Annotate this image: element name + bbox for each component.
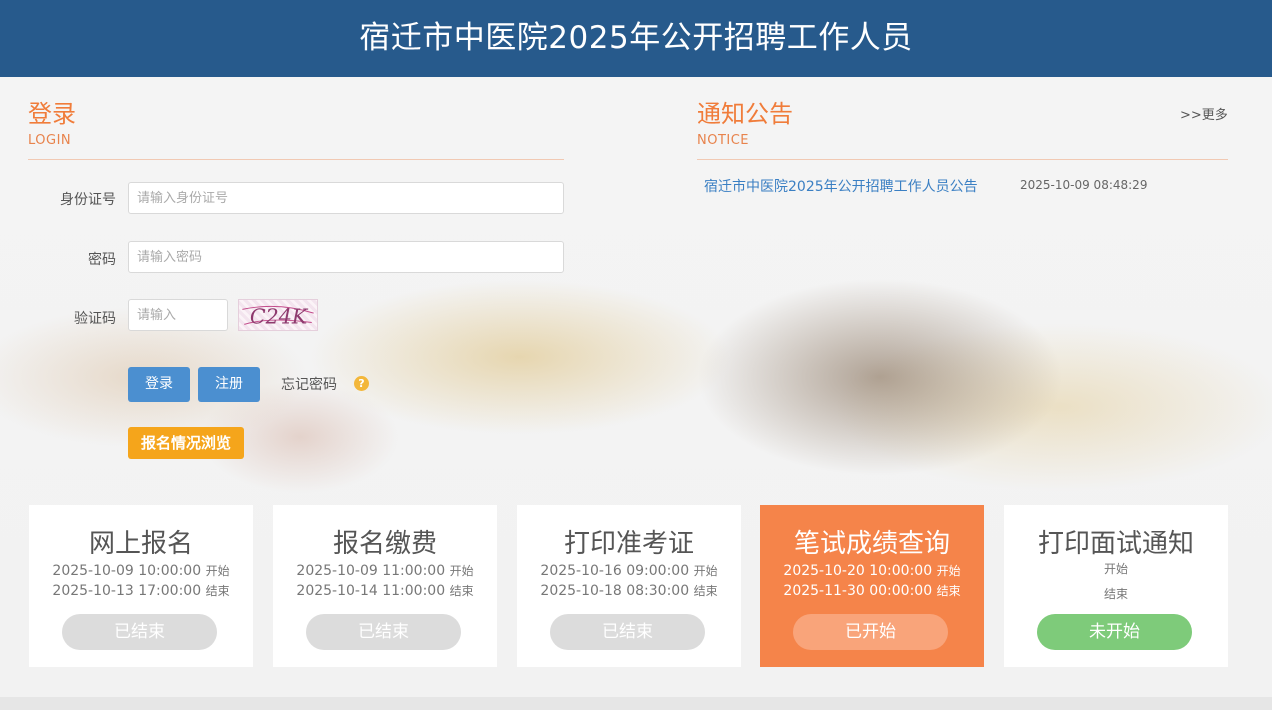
stage-status-button[interactable]: 未开始 <box>1037 614 1192 650</box>
notice-title: 通知公告 <box>697 100 793 128</box>
question-icon[interactable]: ? <box>354 376 369 391</box>
password-label: 密码 <box>88 252 116 268</box>
captcha-label: 验证码 <box>74 311 116 327</box>
browse-registration-button[interactable]: 报名情况浏览 <box>128 427 244 459</box>
login-divider <box>28 159 564 160</box>
register-button[interactable]: 注册 <box>198 367 260 402</box>
notice-subtitle: NOTICE <box>697 133 750 148</box>
id-number-label: 身份证号 <box>60 192 116 208</box>
stage-card-exam-score[interactable]: 笔试成绩查询 2025-10-20 10:00:00 开始 2025-11-30… <box>760 505 984 667</box>
captcha-input[interactable] <box>128 299 228 331</box>
notice-item-link[interactable]: 宿迁市中医院2025年公开招聘工作人员公告 <box>704 176 978 196</box>
stage-title: 打印准考证 <box>563 529 694 559</box>
more-link[interactable]: >>更多 <box>1180 104 1228 123</box>
stage-status-button[interactable]: 已结束 <box>550 614 705 650</box>
captcha-text: C24K <box>250 304 309 328</box>
captcha-image[interactable]: C24K <box>238 299 318 331</box>
stage-status-button[interactable]: 已开始 <box>793 614 948 650</box>
stage-status-button[interactable]: 已结束 <box>306 614 461 650</box>
stage-start: 2025-10-09 11:00:00 开始 <box>296 563 474 579</box>
stage-start: 2025-10-20 10:00:00 开始 <box>783 563 961 579</box>
stage-start: 开始 <box>1103 562 1128 576</box>
stage-title: 网上报名 <box>88 529 193 559</box>
stage-end: 结束 <box>1103 587 1128 601</box>
stage-title: 打印面试通知 <box>1037 529 1194 559</box>
stage-card-registration-payment: 报名缴费 2025-10-09 11:00:00 开始 2025-10-14 1… <box>273 505 497 667</box>
stage-end: 2025-10-18 08:30:00 结束 <box>540 583 718 599</box>
stage-end: 2025-11-30 00:00:00 结束 <box>783 583 961 599</box>
stage-card-interview-notice: 打印面试通知 开始 结束 未开始 <box>1004 505 1228 667</box>
stage-status-button[interactable]: 已结束 <box>62 614 217 650</box>
stage-start: 2025-10-16 09:00:00 开始 <box>540 563 718 579</box>
stage-end: 2025-10-14 11:00:00 结束 <box>296 583 474 599</box>
password-input[interactable] <box>128 241 564 273</box>
stage-card-online-registration: 网上报名 2025-10-09 10:00:00 开始 2025-10-13 1… <box>29 505 253 667</box>
login-title: 登录 <box>28 100 76 128</box>
login-subtitle: LOGIN <box>28 133 72 148</box>
login-button[interactable]: 登录 <box>128 367 190 402</box>
stage-end: 2025-10-13 17:00:00 结束 <box>52 583 230 599</box>
stage-title: 报名缴费 <box>332 529 437 559</box>
stage-start: 2025-10-09 10:00:00 开始 <box>52 563 230 579</box>
stage-title: 笔试成绩查询 <box>793 529 950 559</box>
id-number-input[interactable] <box>128 182 564 214</box>
notice-item-time: 2025-10-09 08:48:29 <box>1020 178 1148 192</box>
footer-strip <box>0 697 1272 710</box>
notice-divider <box>697 159 1228 160</box>
forgot-password-link[interactable]: 忘记密码 <box>281 374 337 394</box>
page-header: 宿迁市中医院2025年公开招聘工作人员 <box>0 0 1272 77</box>
stage-card-print-admission: 打印准考证 2025-10-16 09:00:00 开始 2025-10-18 … <box>517 505 741 667</box>
